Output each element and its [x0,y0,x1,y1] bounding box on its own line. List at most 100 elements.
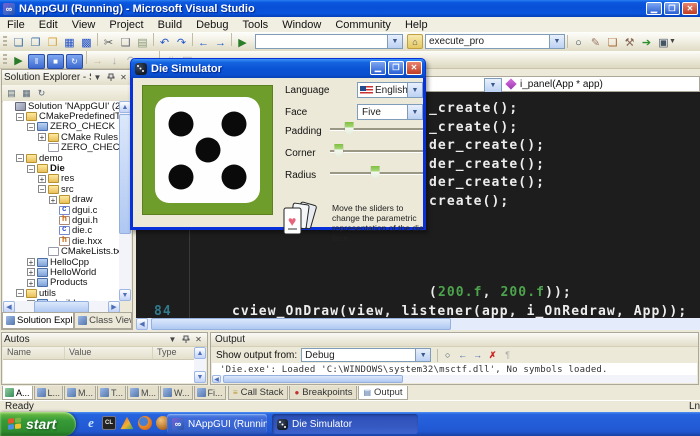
restart-icon[interactable] [66,54,83,69]
expander-icon[interactable]: − [16,154,24,162]
minimize-button[interactable]: ▁ [646,2,662,15]
solution-configurations-combo[interactable]: ▼ [255,34,403,49]
close-button[interactable]: ✕ [406,61,422,75]
tree-item[interactable]: −utils [3,288,120,298]
chevron-down-icon[interactable]: ▼ [387,35,402,48]
types-combo-button[interactable]: ▼ [484,78,502,93]
internet-explorer-icon[interactable]: e [84,416,98,430]
copy-icon[interactable] [117,35,134,50]
expander-icon[interactable]: − [27,123,35,131]
expander-icon[interactable]: − [27,165,35,173]
expander-icon[interactable]: + [38,175,46,183]
expander-icon[interactable]: + [38,133,46,141]
menu-project[interactable]: Project [102,18,150,32]
column-name[interactable]: Name [3,347,65,359]
tree-item[interactable]: +HelloWorld [3,267,120,277]
new-project-icon[interactable] [10,35,27,50]
tree-item[interactable]: +Solution 'NAppGUI' (21 pro [3,101,120,111]
expander-icon[interactable]: − [16,113,24,121]
tree-item[interactable]: −ZERO_CHECK [3,122,120,132]
prev-message-icon[interactable] [455,348,470,361]
chevron-down-icon[interactable]: ▼ [549,35,564,48]
tab-solution-expl-[interactable]: Solution Expl... [2,313,74,329]
tree-item[interactable]: +die.hxx [3,236,120,246]
die-view[interactable] [142,85,273,215]
dialog-titlebar[interactable]: Die Simulator ▁ ❐ ✕ [130,58,426,78]
radius-slider[interactable] [330,165,423,181]
expander-icon[interactable]: + [27,258,35,266]
menu-window[interactable]: Window [275,18,328,32]
language-select[interactable]: English ▼ [357,82,423,98]
pin-icon[interactable] [179,334,192,346]
menu-build[interactable]: Build [151,18,189,32]
expander-icon[interactable]: − [16,289,24,297]
debug-tab-0[interactable]: A... [2,386,33,400]
tab-class-view[interactable]: Class View [74,313,132,329]
tree-item[interactable]: −CMakePredefinedTarg [3,111,120,121]
tab-breakpoints[interactable]: Breakpoints [289,386,357,400]
menu-file[interactable]: File [0,18,32,32]
find-symbol-icon[interactable] [570,35,587,50]
chevron-down-icon[interactable]: ▼ [407,83,422,97]
firefox-icon[interactable] [138,416,152,430]
taskbar-button-die[interactable]: Die Simulator [272,414,418,434]
tree-item[interactable]: −Die [3,163,120,173]
tab-call-stack[interactable]: Call Stack [228,386,288,400]
output-source-combo[interactable]: Debug ▼ [301,348,431,362]
column-type[interactable]: Type [153,347,194,359]
menu-edit[interactable]: Edit [32,18,65,32]
prism-icon[interactable] [120,416,134,430]
pin-icon[interactable] [104,72,117,84]
start-icon[interactable] [234,35,251,50]
customize-tools-icon[interactable] [621,35,638,50]
tab-output[interactable]: Output [358,386,407,400]
find-combo[interactable]: execute_pro ▼ [425,34,565,49]
refresh-icon[interactable] [34,87,49,100]
import-export-icon[interactable] [638,35,655,50]
chevron-down-icon[interactable]: ▼ [407,105,422,119]
show-next-icon[interactable] [89,53,106,68]
debug-tab-2[interactable]: M... [64,386,96,400]
tree-item[interactable]: −demo [3,153,120,163]
debug-tab-5[interactable]: W... [160,386,193,400]
menu-view[interactable]: View [65,18,103,32]
clear-all-icon[interactable] [485,349,500,362]
redo-icon[interactable] [173,35,190,50]
toolbar-grip[interactable] [3,54,7,66]
properties-icon[interactable] [4,87,19,100]
slider-thumb[interactable] [371,166,380,180]
find-in-files-icon[interactable]: ⌂ [407,34,423,49]
undo-icon[interactable] [156,35,173,50]
tree-item[interactable]: +HelloCpp [3,257,120,267]
window-menu-icon[interactable]: ▼ [91,72,104,84]
step-into-icon[interactable] [106,53,123,68]
navigate-forward-icon[interactable] [212,35,229,50]
word-wrap-icon[interactable] [500,348,515,361]
tree-item[interactable]: +Products [3,278,120,288]
slider-thumb[interactable] [345,122,354,136]
tree-item[interactable]: −src [3,184,120,194]
expander-icon[interactable]: + [49,196,57,204]
debug-tab-1[interactable]: L... [34,386,64,400]
scroll-left-icon[interactable]: ◀ [212,375,221,383]
padding-slider[interactable] [330,121,423,137]
column-value[interactable]: Value [65,347,153,359]
editor-horizontal-scrollbar[interactable]: ◀ [136,318,700,330]
taskbar-button-visual-studio[interactable]: ∞NAppGUI (Running) - ... [167,414,267,434]
paste-icon[interactable] [134,35,151,50]
scroll-up-icon[interactable]: ▲ [194,347,206,359]
close-icon[interactable]: ✕ [192,334,205,346]
continue-icon[interactable] [10,53,27,68]
save-icon[interactable] [61,35,78,50]
tree-item[interactable]: +dgui.h [3,215,120,225]
expander-icon[interactable]: + [27,268,35,276]
members-combo[interactable]: i_panel(App * app) [505,77,603,91]
minimize-button[interactable]: ▁ [370,61,386,75]
expander-icon[interactable]: − [38,185,46,193]
tree-item[interactable]: +CMakeLists.tx [3,246,120,256]
chevron-down-icon[interactable]: ▼ [415,349,430,361]
face-select[interactable]: Five ▼ [357,104,423,120]
window-menu-icon[interactable]: ▼ [166,334,179,346]
toolbar-overflow-icon[interactable]: ▼ [669,38,676,45]
debug-tab-6[interactable]: Fi... [194,386,226,400]
